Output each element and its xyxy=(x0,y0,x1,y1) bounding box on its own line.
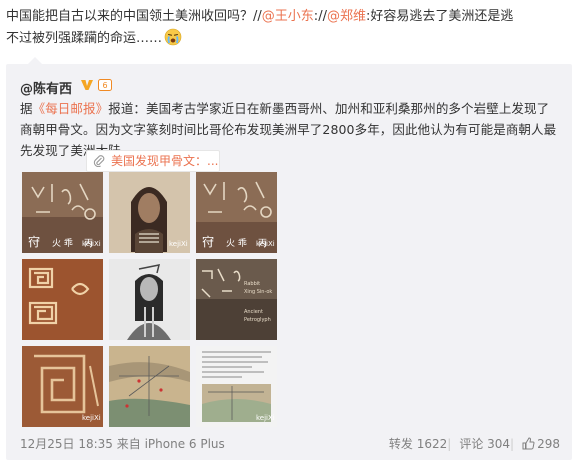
level-badge-icon: 6 xyxy=(98,79,112,91)
weibo-post: 中国能把自古以来的中国领土美洲收回吗？//@王小东://@郑维:好容易逃去了美洲… xyxy=(0,0,575,460)
svg-text:Ancient: Ancient xyxy=(244,309,263,315)
crying-emoji-icon xyxy=(164,28,182,46)
svg-text:火 乖: 火 乖 xyxy=(226,237,247,249)
divider: | xyxy=(447,437,452,451)
text-prefix: 据 xyxy=(20,101,33,116)
post-footer: 12月25日 18:35 来自 iPhone 6 Plus 转发 1622| 评论… xyxy=(20,432,560,452)
watermark: kejiXi xyxy=(256,414,275,422)
post-actions: 转发 1622| 评论 304| 298 xyxy=(389,435,560,452)
article-link-card[interactable]: 美国发现甲骨文：... xyxy=(86,150,220,172)
repost-comment: 中国能把自古以来的中国领土美洲收回吗？//@王小东://@郑维:好容易逃去了美洲… xyxy=(6,6,566,50)
verified-badge-icon xyxy=(81,80,93,90)
svg-text:Xing Sin-ok: Xing Sin-ok xyxy=(244,289,272,295)
image-grid: 𡧛 火 乖 丙 𡧛 火 乖 丙 Rabbit Xing Sin-ok Ancie… xyxy=(22,172,284,434)
image-thumbnail[interactable] xyxy=(109,259,190,340)
thumbs-up-icon xyxy=(522,437,535,450)
watermark: kejiXi xyxy=(169,240,188,248)
comment-text: 不过被列强蹂躏的命运…… xyxy=(6,31,163,46)
like-button[interactable]: 298 xyxy=(522,437,560,451)
image-thumbnail[interactable] xyxy=(22,259,103,340)
repost-button[interactable]: 转发 1622 xyxy=(389,437,447,451)
paperclip-icon xyxy=(93,155,105,167)
svg-text:6: 6 xyxy=(102,81,107,90)
quoted-post-card[interactable]: @陈有西 6 据《每日邮报》报道：美国考古学家近日在新墨西哥州、加州和亚利桑那州… xyxy=(6,57,572,460)
post-timestamp[interactable]: 12月25日 18:35 来自 iPhone 6 Plus xyxy=(20,435,225,452)
svg-text:Petroglyph: Petroglyph xyxy=(244,317,271,323)
watermark: kejiXi xyxy=(82,240,101,248)
divider: | xyxy=(510,437,515,451)
mention-link[interactable]: @郑维 xyxy=(327,9,366,24)
separator: // xyxy=(318,9,327,24)
comment-prefix: 中国能把自古以来的中国领土美洲收回吗？ xyxy=(6,9,254,24)
svg-text:𡧛: 𡧛 xyxy=(202,234,214,249)
watermark: kejiXi xyxy=(82,414,101,422)
mention-link[interactable]: @王小东 xyxy=(262,9,314,24)
separator: // xyxy=(253,9,262,24)
image-thumbnail[interactable] xyxy=(109,346,190,427)
like-count: 298 xyxy=(537,437,560,451)
comment-button[interactable]: 评论 304 xyxy=(459,437,510,451)
svg-text:Rabbit: Rabbit xyxy=(244,281,260,287)
image-thumbnail[interactable]: Rabbit Xing Sin-ok Ancient Petroglyph xyxy=(196,259,277,340)
svg-text:火 乖: 火 乖 xyxy=(52,237,73,249)
watermark: kejiXi xyxy=(256,240,275,248)
svg-text:𡧛: 𡧛 xyxy=(28,234,40,249)
link-label: 美国发现甲骨文：... xyxy=(111,154,219,168)
source-link[interactable]: 《每日邮报》 xyxy=(33,101,109,116)
author-name[interactable]: @陈有西 xyxy=(20,78,72,97)
card-pointer xyxy=(28,57,42,64)
comment-text: :好容易逃去了美洲还是逃 xyxy=(365,9,514,24)
